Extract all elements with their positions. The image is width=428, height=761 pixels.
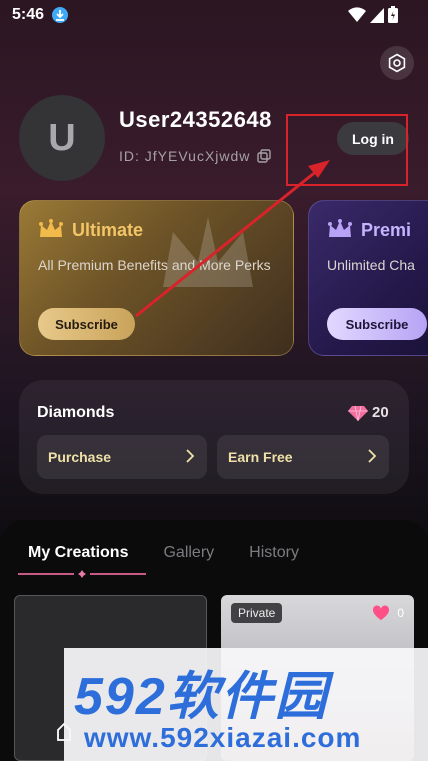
tab-gallery[interactable]: Gallery [163,544,214,562]
diamond-count: 20 [372,404,389,421]
chevron-right-icon [186,449,195,463]
site-watermark: 592软件园 www.592xiazai.com [64,648,428,761]
tab-bar: My Creations Gallery History [28,544,299,562]
diamonds-panel: Diamonds 20 Purchase Earn Free [19,380,409,494]
watermark-url: www.592xiazai.com [84,722,362,753]
earn-free-button[interactable]: Earn Free [217,435,389,479]
like-count: 0 [397,606,404,620]
purchase-label: Purchase [48,449,112,465]
private-badge: Private [231,603,283,623]
tab-indicator [18,570,146,578]
heart-icon[interactable] [372,605,390,621]
watermark-brand: 592软件园 [74,668,329,726]
earn-free-label: Earn Free [228,449,293,465]
tab-history[interactable]: History [249,544,299,562]
diamonds-label: Diamonds [37,404,115,421]
purchase-button[interactable]: Purchase [37,435,207,479]
chevron-right-icon [368,449,377,463]
tab-my-creations[interactable]: My Creations [28,544,128,562]
diamond-icon [348,405,368,421]
